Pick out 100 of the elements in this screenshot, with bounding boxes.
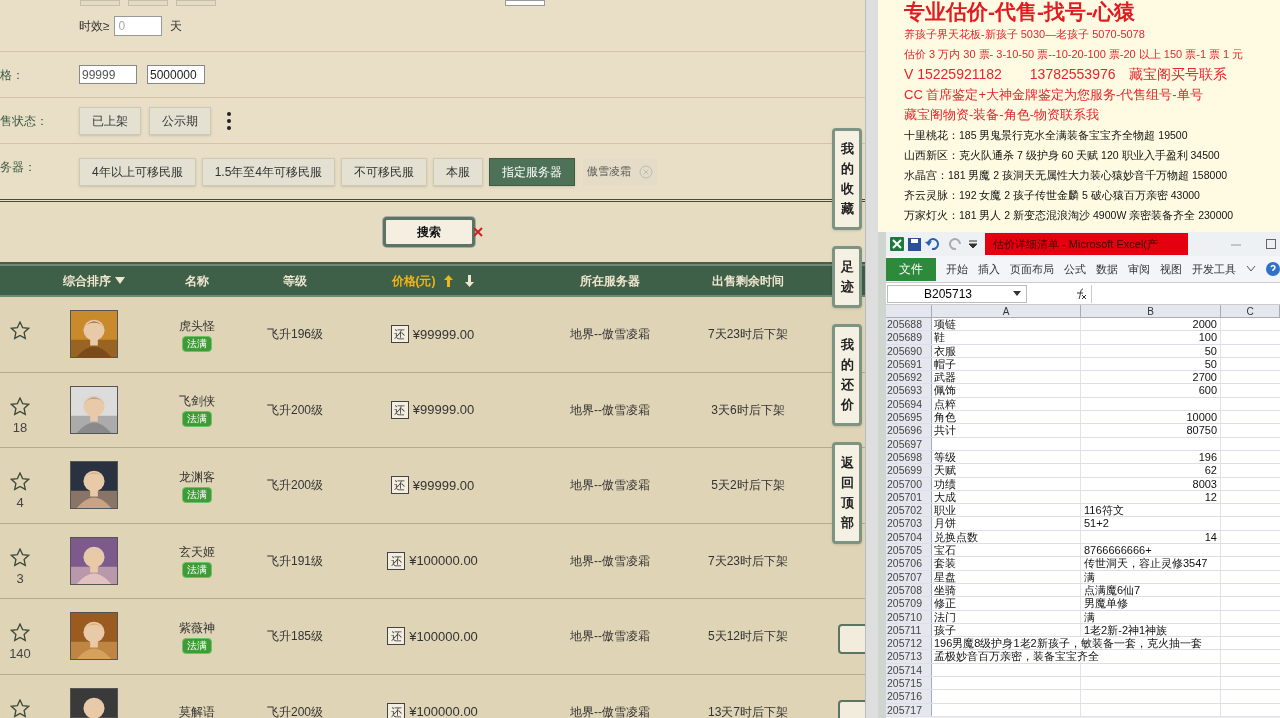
ad-line: 齐云灵脉：192 女魔 2 孩子传世金麟 5 破心猿百万亲密 43000 bbox=[904, 188, 1201, 203]
spreadsheet-cell: 196男魔8级护身1老2新孩子，敏装备一套，克火抽一套 bbox=[934, 637, 1202, 650]
server-cell-text: 地界--傲雪凌霜 bbox=[569, 552, 651, 570]
tag: 法满 bbox=[181, 637, 212, 654]
column-header[interactable]: B bbox=[1081, 305, 1221, 317]
row-number: 205689 bbox=[886, 331, 932, 344]
price-cell-text: ¥100000.00 bbox=[409, 627, 478, 646]
ribbon-tab[interactable]: 公式 bbox=[1064, 260, 1086, 278]
column-header[interactable]: A bbox=[932, 305, 1081, 317]
option-button[interactable]: 公示期 bbox=[149, 106, 211, 135]
side-button[interactable]: 足迹 bbox=[832, 246, 862, 308]
row-number: 205703 bbox=[886, 517, 932, 530]
save-icon[interactable] bbox=[908, 237, 921, 251]
side-tab[interactable] bbox=[838, 624, 865, 654]
field-label: 时效≥ bbox=[79, 18, 110, 35]
column-header[interactable]: 综合排序 bbox=[63, 271, 111, 290]
scrollbar[interactable] bbox=[865, 0, 878, 718]
option-button[interactable]: 不可移民服 bbox=[341, 157, 428, 186]
ribbon-tab[interactable]: 数据 bbox=[1096, 260, 1118, 278]
caret-icon[interactable] bbox=[115, 277, 125, 284]
star-icon[interactable] bbox=[10, 321, 30, 340]
ad-line: 藏宝阁物资-装备-角色-物资联系我 bbox=[904, 106, 1100, 124]
spreadsheet-cell: 项链 bbox=[934, 318, 956, 330]
ad-title: 专业估价-代售-找号-心猿 bbox=[904, 0, 1136, 24]
tooltip bbox=[505, 0, 545, 6]
star-icon[interactable] bbox=[10, 547, 30, 567]
field-label: 务器： bbox=[0, 159, 37, 176]
ribbon-tab[interactable]: 开始 bbox=[946, 260, 968, 278]
spreadsheet-icon bbox=[890, 237, 904, 251]
option-button[interactable]: 已上架 bbox=[79, 106, 141, 135]
ad-line: 万家灯火：181 男人 2 新变态混浪淘沙 4900W 亲密装备齐全 230000 bbox=[904, 208, 1235, 223]
tag: 法满 bbox=[181, 486, 212, 503]
tag: 法满 bbox=[181, 335, 212, 352]
spreadsheet-cell: 50 bbox=[1204, 344, 1217, 357]
row-number: 205705 bbox=[886, 544, 932, 557]
star-icon[interactable] bbox=[10, 623, 30, 642]
window-title: 估价详细清单 - Microsoft Excel(产 bbox=[985, 233, 1188, 255]
ribbon-tab[interactable]: 文件 bbox=[886, 257, 936, 281]
ribbon-tab[interactable]: 开发工具 bbox=[1192, 260, 1236, 278]
server-cell-text: 地界--傲雪凌霜 bbox=[569, 628, 651, 646]
cross-icon bbox=[472, 227, 483, 237]
spreadsheet-cell: 月饼 bbox=[934, 517, 956, 530]
price-cell-text: ¥99999.00 bbox=[412, 476, 475, 495]
row-number: 205692 bbox=[886, 371, 932, 384]
column-header[interactable]: 价格(元) bbox=[391, 271, 436, 290]
star-icon[interactable] bbox=[10, 698, 30, 718]
side-button[interactable]: 我的还价 bbox=[832, 324, 862, 426]
chosen-server: 傲雪凌霜 bbox=[587, 164, 632, 180]
sort-up-icon[interactable] bbox=[443, 274, 453, 287]
maximize-icon[interactable] bbox=[1266, 239, 1276, 249]
star-icon[interactable] bbox=[10, 396, 30, 416]
column-header[interactable]: 出售剩余时间 bbox=[712, 271, 784, 290]
star-icon[interactable] bbox=[10, 472, 30, 491]
customize-icon[interactable] bbox=[969, 239, 977, 249]
character-name: 玄天姬 bbox=[178, 544, 215, 562]
spreadsheet-cell: 天赋 bbox=[934, 464, 956, 477]
ribbon-tab[interactable]: 审阅 bbox=[1128, 260, 1150, 278]
function-icon[interactable] bbox=[1075, 287, 1087, 300]
level-cell-text: 飞升196级 bbox=[266, 326, 324, 344]
column-header[interactable]: 所在服务器 bbox=[580, 271, 640, 290]
option-button[interactable]: 指定服务器 bbox=[489, 157, 576, 186]
column-header[interactable]: 等级 bbox=[283, 271, 307, 290]
sort-down-icon[interactable] bbox=[464, 274, 474, 287]
side-button[interactable]: 我的收藏 bbox=[832, 128, 862, 230]
option-button[interactable]: 1.5年至4年可移民服 bbox=[201, 157, 336, 186]
bargain-tag: 还 bbox=[387, 551, 406, 570]
dropdown-icon[interactable] bbox=[1013, 290, 1021, 297]
spreadsheet-cell: 孟极妙音百万亲密，装备宝宝齐全 bbox=[934, 650, 1099, 663]
column-header[interactable]: C bbox=[1221, 305, 1280, 317]
spreadsheet-cell: 传世洞天，容止灵修3547 bbox=[1084, 557, 1208, 570]
price-max-field[interactable]: 5000000 bbox=[147, 65, 205, 84]
server-cell-text: 地界--傲雪凌霜 bbox=[569, 477, 651, 495]
time-left-cell-text: 5天12时后下架 bbox=[707, 628, 789, 646]
search-button[interactable]: 搜索 bbox=[382, 217, 475, 247]
favorite-count: 18 bbox=[12, 418, 28, 437]
collapse-icon[interactable] bbox=[1246, 265, 1256, 273]
server-cell-text: 地界--傲雪凌霜 bbox=[569, 326, 651, 344]
server-cell-text: 地界--傲雪凌霜 bbox=[569, 401, 651, 419]
more-icon[interactable] bbox=[227, 111, 231, 130]
input-field[interactable]: 0 bbox=[113, 16, 162, 36]
bargain-tag: 还 bbox=[390, 325, 409, 344]
row-number: 205712 bbox=[886, 637, 932, 650]
row-number: 205693 bbox=[886, 384, 932, 397]
ribbon-tab[interactable]: 页面布局 bbox=[1010, 260, 1054, 278]
spreadsheet-cell: 男魔单修 bbox=[1084, 597, 1128, 610]
option-button[interactable]: 本服 bbox=[433, 157, 484, 186]
column-header[interactable]: 名称 bbox=[184, 271, 209, 290]
spreadsheet-cell: 116符文 bbox=[1084, 504, 1124, 517]
tag: 法满 bbox=[181, 411, 212, 428]
row-number: 205688 bbox=[886, 318, 932, 331]
character-name: 莫解语 bbox=[178, 703, 215, 718]
spreadsheet-cell: 职业 bbox=[934, 504, 956, 517]
ribbon-tab[interactable]: 插入 bbox=[978, 260, 1000, 278]
help-icon[interactable] bbox=[1266, 262, 1280, 276]
ribbon-tab[interactable]: 视图 bbox=[1160, 260, 1182, 278]
favorite-count: 140 bbox=[9, 645, 31, 663]
spreadsheet-cell: 8003 bbox=[1192, 477, 1217, 490]
side-button[interactable]: 返回顶部 bbox=[832, 442, 862, 544]
option-button[interactable]: 4年以上可移民服 bbox=[79, 157, 196, 186]
price-min-field[interactable]: 99999 bbox=[79, 65, 137, 84]
